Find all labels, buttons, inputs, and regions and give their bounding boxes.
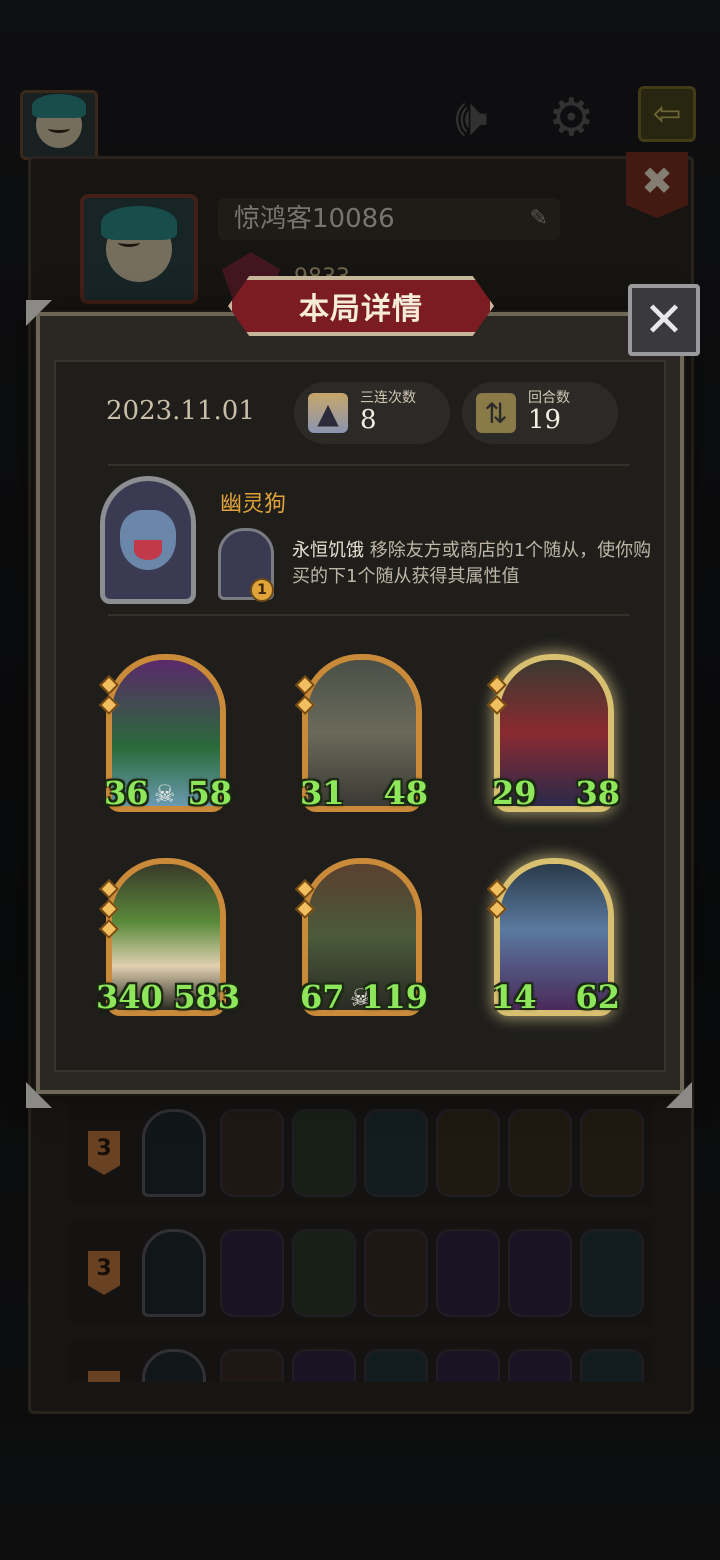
player-avatar-small[interactable] [20, 90, 98, 160]
match-history-list[interactable]: 3 3 [70, 1100, 654, 1382]
history-minion [364, 1109, 428, 1197]
hero-power-name: 永恒饥饿 [292, 540, 364, 561]
minion-attack: 14 [492, 978, 537, 1016]
minion-attack: 340 [96, 978, 163, 1016]
history-minion [436, 1109, 500, 1197]
minion-card-golden[interactable]: 29 38 [487, 654, 620, 812]
placement-badge: 3 [88, 1131, 120, 1175]
placement-badge [88, 1371, 120, 1382]
placement-badge: 3 [88, 1251, 120, 1295]
minion-attack: 31 [300, 774, 345, 812]
history-row[interactable] [70, 1340, 654, 1382]
close-icon: ✕ [643, 292, 685, 348]
player-name-field[interactable]: 惊鸿客10086 ✎ [218, 198, 560, 240]
history-minion [508, 1229, 572, 1317]
history-minion [508, 1349, 572, 1382]
hero-portrait[interactable] [100, 476, 196, 604]
minion-card[interactable]: 36 ☠ 58 [99, 654, 232, 812]
minion-attack: 67 [300, 978, 345, 1016]
minion-health: 119 [361, 978, 428, 1016]
minion-health: 583 [173, 978, 240, 1016]
pencil-icon[interactable]: ✎ [530, 198, 548, 240]
history-minion [364, 1229, 428, 1317]
divider [108, 614, 630, 616]
turns-stat: ⇅ 回合数 19 [462, 382, 618, 444]
history-hero-portrait [142, 1229, 206, 1317]
profile-close-button[interactable]: ✖ [626, 152, 688, 218]
history-row[interactable]: 3 [70, 1220, 654, 1326]
turns-icon: ⇅ [476, 393, 516, 433]
profile-avatar[interactable] [80, 194, 198, 304]
history-minion [220, 1109, 284, 1197]
turns-value: 19 [528, 405, 562, 436]
triples-icon: ▲ [308, 393, 348, 433]
history-minion [508, 1109, 572, 1197]
player-name: 惊鸿客10086 [234, 204, 395, 234]
exit-button[interactable]: ⇦ [638, 86, 696, 142]
avatar-face [101, 206, 177, 282]
avatar-face [32, 94, 86, 148]
history-minion [220, 1229, 284, 1317]
history-minion [292, 1109, 356, 1197]
gear-icon[interactable]: ⚙ [548, 92, 595, 144]
skull-icon: ☠ [154, 780, 176, 808]
history-minion [220, 1349, 284, 1382]
minion-card[interactable]: 67 ☠ 119 [295, 858, 428, 1016]
minion-attack: 36 [104, 774, 149, 812]
history-hero-portrait [142, 1349, 206, 1382]
dialog-close-button[interactable]: ✕ [628, 284, 700, 356]
hero-power-level: 1 [250, 578, 274, 602]
speaker-icon[interactable]: 🕪 [455, 92, 488, 144]
hero-name: 幽灵狗 [220, 492, 287, 517]
dialog-title: 本局详情 [228, 276, 494, 336]
history-minion [364, 1349, 428, 1382]
divider [108, 464, 630, 466]
triples-label: 三连次数 [360, 390, 416, 406]
match-date: 2023.11.01 [106, 396, 255, 426]
history-minion [580, 1349, 644, 1382]
minion-health: 48 [383, 774, 428, 812]
history-minion [580, 1229, 644, 1317]
triples-stat: ▲ 三连次数 8 [294, 382, 450, 444]
history-row[interactable]: 3 [70, 1100, 654, 1206]
minion-attack: 29 [492, 774, 537, 812]
history-minion [292, 1229, 356, 1317]
ghost-dog-art [120, 510, 176, 570]
minion-card[interactable]: 31 48 [295, 654, 428, 812]
hero-power-description: 永恒饥饿 移除友方或商店的1个随从，使你购买的下1个随从获得其属性值 [292, 538, 652, 590]
minion-health: 62 [575, 978, 620, 1016]
history-minion [436, 1349, 500, 1382]
exit-icon: ⇦ [652, 94, 682, 134]
minion-card[interactable]: 340 583 [96, 858, 240, 1016]
history-minion [436, 1229, 500, 1317]
history-hero-portrait [142, 1109, 206, 1197]
turns-label: 回合数 [528, 390, 570, 406]
history-minion [580, 1109, 644, 1197]
close-icon: ✖ [641, 159, 673, 203]
minion-health: 58 [187, 774, 232, 812]
minion-health: 38 [575, 774, 620, 812]
minion-card-golden[interactable]: 14 62 [487, 858, 620, 1016]
history-minion [292, 1349, 356, 1382]
triples-value: 8 [360, 405, 377, 436]
